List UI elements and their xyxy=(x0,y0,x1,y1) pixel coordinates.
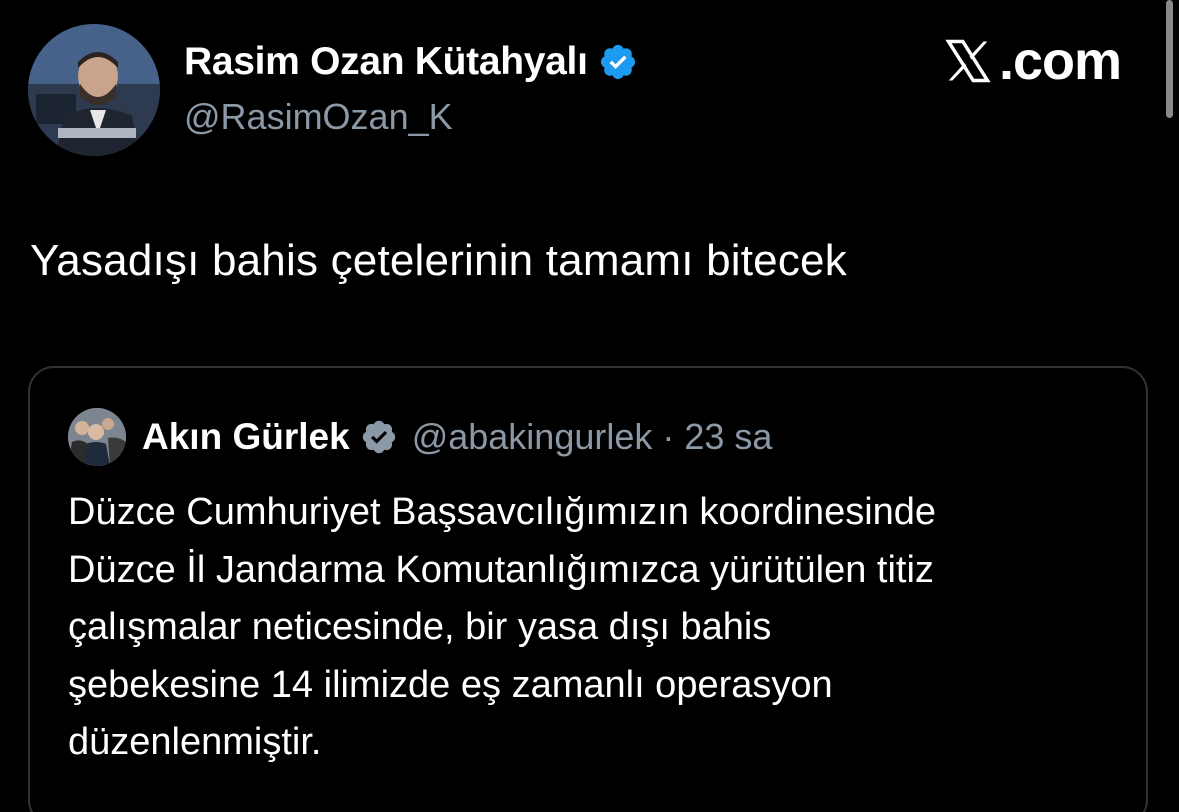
x-logo-icon xyxy=(945,39,991,83)
quoted-tweet-line: düzenlenmiştir. xyxy=(68,721,322,763)
author-name[interactable]: Rasim Ozan Kütahyalı xyxy=(184,40,588,84)
brand-watermark: .com xyxy=(941,30,1122,92)
author-name-row: Rasim Ozan Kütahyalı xyxy=(184,40,638,84)
quoted-tweet-line: Düzce Cumhuriyet Başsavcılığımızın koord… xyxy=(68,491,937,533)
author-avatar[interactable] xyxy=(28,24,160,156)
brand-text: .com xyxy=(998,31,1122,91)
quoted-tweet-header: Akın Gürlek @abakingurlek · 23 sa xyxy=(68,408,772,466)
scrollbar[interactable] xyxy=(1166,0,1173,118)
quoted-author-name[interactable]: Akın Gürlek xyxy=(142,416,350,458)
quoted-tweet-line: çalışmalar neticesinde, bir yasa dışı ba… xyxy=(68,606,772,648)
verified-badge-icon xyxy=(600,44,635,80)
profile-photo xyxy=(28,24,160,156)
quoted-tweet-line: Düzce İl Jandarma Komutanlığımızca yürüt… xyxy=(68,548,934,591)
quoted-verified-badge-icon xyxy=(362,420,395,454)
quoted-separator: · xyxy=(662,416,675,457)
author-handle[interactable]: @RasimOzan_K xyxy=(184,96,453,138)
quoted-author-handle[interactable]: @abakingurlek xyxy=(412,416,653,458)
quoted-timestamp[interactable]: 23 sa xyxy=(684,416,772,458)
quoted-tweet-card[interactable]: Akın Gürlek @abakingurlek · 23 sa Düzce … xyxy=(28,366,1148,812)
tweet-text: Yasadışı bahis çetelerinin tamamı bitece… xyxy=(30,236,847,285)
quoted-author-avatar[interactable] xyxy=(68,408,126,466)
quoted-tweet-line: şebekesine 14 ilimizde eş zamanlı operas… xyxy=(68,663,833,706)
quoted-tweet-body: Düzce Cumhuriyet Başsavcılığımızın koord… xyxy=(68,484,1128,772)
quoted-profile-photo xyxy=(68,408,126,466)
